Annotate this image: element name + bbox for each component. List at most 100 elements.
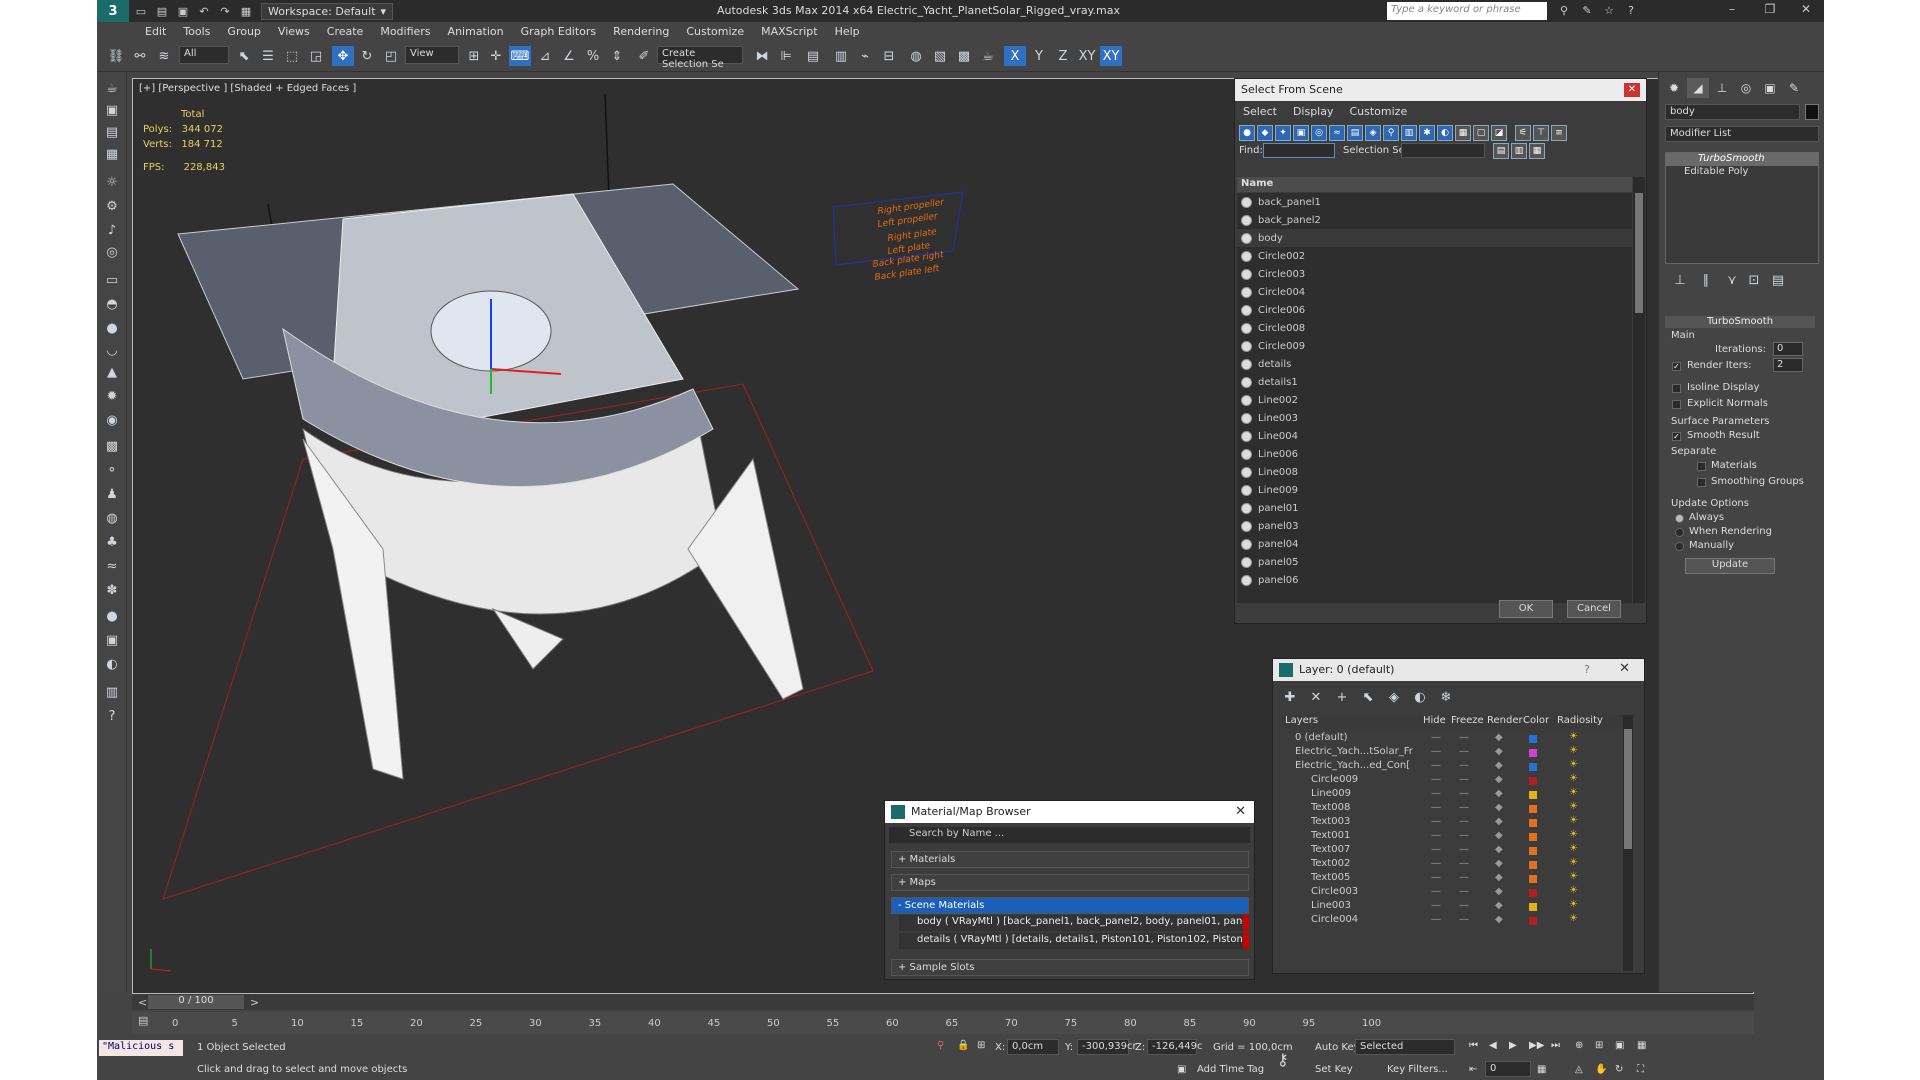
current-frame-input[interactable]: 0 xyxy=(1485,1061,1531,1077)
list-item[interactable]: Circle008 xyxy=(1237,319,1632,337)
tools-icon[interactable]: ✎ xyxy=(1578,2,1596,18)
list-item[interactable]: panel05 xyxy=(1237,553,1632,571)
material-item-details[interactable]: details ( VRayMtl ) [details, details1, … xyxy=(899,933,1249,949)
list-item[interactable]: Circle002 xyxy=(1237,247,1632,265)
percent-snap-icon[interactable]: % xyxy=(582,46,604,66)
layers-icon[interactable]: ▥ xyxy=(102,682,122,702)
search-by-name-input[interactable]: Search by Name ... xyxy=(889,827,1250,843)
binoculars-icon[interactable]: ⚲ xyxy=(1555,2,1573,18)
cup-icon[interactable]: ◡ xyxy=(102,340,122,360)
radiosity-icon[interactable]: ☀ xyxy=(1569,773,1578,784)
select-none-icon[interactable]: ▢ xyxy=(1473,125,1489,141)
hair-icon[interactable]: ≈ xyxy=(102,556,122,576)
radiosity-icon[interactable]: ☀ xyxy=(1569,759,1578,770)
list-item[interactable]: details xyxy=(1237,355,1632,373)
display-containers-icon[interactable]: ▥ xyxy=(1401,125,1417,141)
menu-modifiers[interactable]: Modifiers xyxy=(380,25,430,38)
layer-manager-icon[interactable]: ▤ xyxy=(802,46,824,66)
display-shapes-icon[interactable]: ◆ xyxy=(1257,125,1273,141)
menu-display[interactable]: Display xyxy=(1293,103,1334,121)
sound-icon[interactable]: ♪ xyxy=(102,220,122,240)
list-item[interactable]: panel06 xyxy=(1237,571,1632,589)
time-slider-thumb[interactable]: 0 / 100 xyxy=(148,995,244,1009)
close-icon[interactable]: ✕ xyxy=(1619,661,1630,676)
orbit-icon[interactable]: ↻ xyxy=(1615,1064,1623,1075)
freeze-toggle[interactable]: — xyxy=(1459,900,1469,911)
col-color[interactable]: Color xyxy=(1523,715,1549,726)
spheres-icon[interactable]: ⚬ xyxy=(102,460,122,480)
save-file-icon[interactable]: ▣ xyxy=(174,3,192,19)
layer-color-swatch[interactable] xyxy=(1529,889,1537,897)
hide-all-icon[interactable]: ◐ xyxy=(1409,687,1431,707)
layer-row[interactable]: Circle004 — — ◆ ☀ xyxy=(1281,913,1621,930)
axis-y-button[interactable]: Y xyxy=(1028,46,1050,66)
next-frame-icon[interactable]: > xyxy=(250,996,259,1009)
menu-select[interactable]: Select xyxy=(1243,103,1277,121)
selection-set-dropdown[interactable] xyxy=(1401,143,1485,158)
show-end-result-icon[interactable]: ∥ xyxy=(1695,270,1717,290)
unlink-icon[interactable]: ⚯ xyxy=(129,46,151,66)
find-input[interactable] xyxy=(1263,143,1335,158)
list-item[interactable]: Circle006 xyxy=(1237,301,1632,319)
radiosity-icon[interactable]: ☀ xyxy=(1569,899,1578,910)
snaps-toggle-icon[interactable]: ⊿ xyxy=(534,46,556,66)
set-key-button[interactable]: Set Key xyxy=(1315,1064,1353,1075)
materials-group[interactable]: + Materials xyxy=(891,851,1249,868)
scene-materials-group[interactable]: - Scene Materials xyxy=(891,897,1249,914)
help-icon[interactable]: ? xyxy=(1584,663,1590,676)
play-icon[interactable]: ▶ xyxy=(1509,1040,1517,1051)
display-helpers-icon[interactable]: ◎ xyxy=(1311,125,1327,141)
list-item[interactable]: Line008 xyxy=(1237,463,1632,481)
rect-selection-icon[interactable]: ⬚ xyxy=(281,46,303,66)
disc-icon[interactable]: ◉ xyxy=(102,410,122,430)
display-cameras-icon[interactable]: ▣ xyxy=(1293,125,1309,141)
sort-icon[interactable]: ≡ xyxy=(1551,125,1567,141)
list-item[interactable]: Line003 xyxy=(1237,409,1632,427)
minimize-button[interactable]: – xyxy=(1717,2,1747,20)
list-item[interactable]: Line009 xyxy=(1237,481,1632,499)
hide-toggle[interactable]: — xyxy=(1431,788,1441,799)
select-object-icon[interactable]: ⬉ xyxy=(233,46,255,66)
close-icon[interactable]: ✕ xyxy=(1624,83,1640,97)
dope-sheet-icon[interactable]: ⚙ xyxy=(102,196,122,216)
track-bar[interactable]: ▤ 0 5 10 15 20 25 30 35 40 45 50 55 60 65 70 75 80 85 90 95… xyxy=(132,1012,1754,1034)
update-button[interactable]: Update xyxy=(1685,558,1775,574)
hide-toggle[interactable]: — xyxy=(1431,746,1441,757)
align-icon[interactable]: ⊫ xyxy=(775,46,797,66)
remove-modifier-icon[interactable]: ⊡ xyxy=(1743,270,1765,290)
radiosity-icon[interactable]: ☀ xyxy=(1569,815,1578,826)
list-item[interactable]: Circle009 xyxy=(1237,337,1632,355)
edit-named-sel-icon[interactable]: ✐ xyxy=(633,46,655,66)
col-freeze[interactable]: Freeze xyxy=(1451,715,1484,726)
display-geometry-icon[interactable]: ● xyxy=(1239,125,1255,141)
render-toggle-icon[interactable]: ◆ xyxy=(1495,872,1503,883)
add-time-tag[interactable]: Add Time Tag xyxy=(1197,1064,1264,1075)
x-coordinate[interactable]: 0,0cm xyxy=(1007,1039,1059,1055)
rendered-frame-icon[interactable]: ▩ xyxy=(953,46,975,66)
render-setup-icon[interactable]: ▧ xyxy=(929,46,951,66)
select-all-icon[interactable]: ▦ xyxy=(1455,125,1471,141)
render-teapot-icon[interactable]: ☕ xyxy=(977,46,999,66)
menu-help[interactable]: Help xyxy=(835,25,860,38)
maxscript-listener[interactable]: "Malicious s xyxy=(99,1040,183,1056)
smoothing-groups-checkbox[interactable] xyxy=(1697,478,1706,487)
list-item[interactable]: Line002 xyxy=(1237,391,1632,409)
col-layers[interactable]: Layers xyxy=(1285,715,1318,726)
render-iters-checkbox[interactable]: ✓ xyxy=(1672,362,1681,371)
goto-start-icon[interactable]: ⏮ xyxy=(1469,1040,1478,1051)
list-item[interactable]: details1 xyxy=(1237,373,1632,391)
next-key-icon[interactable]: ▶▶ xyxy=(1529,1040,1544,1051)
new-layer-icon[interactable]: ✚ xyxy=(1279,687,1301,707)
render-toggle-icon[interactable]: ◆ xyxy=(1495,732,1503,743)
maximize-viewport-icon[interactable]: ⛶ xyxy=(1637,1064,1644,1075)
radiosity-icon[interactable]: ☀ xyxy=(1569,731,1578,742)
key-filters-button[interactable]: Key Filters... xyxy=(1387,1064,1448,1075)
axis-z-button[interactable]: Z xyxy=(1052,46,1074,66)
layer-color-swatch[interactable] xyxy=(1529,875,1537,883)
layer-color-swatch[interactable] xyxy=(1529,777,1537,785)
goto-end-icon[interactable]: ⏭ xyxy=(1551,1040,1560,1051)
layer-scrollbar[interactable] xyxy=(1623,715,1633,971)
key-icon[interactable]: ⚷ xyxy=(1277,1050,1289,1069)
field-of-view-icon[interactable]: ◬ xyxy=(1575,1064,1583,1075)
star-icon[interactable]: ☆ xyxy=(1600,2,1618,18)
